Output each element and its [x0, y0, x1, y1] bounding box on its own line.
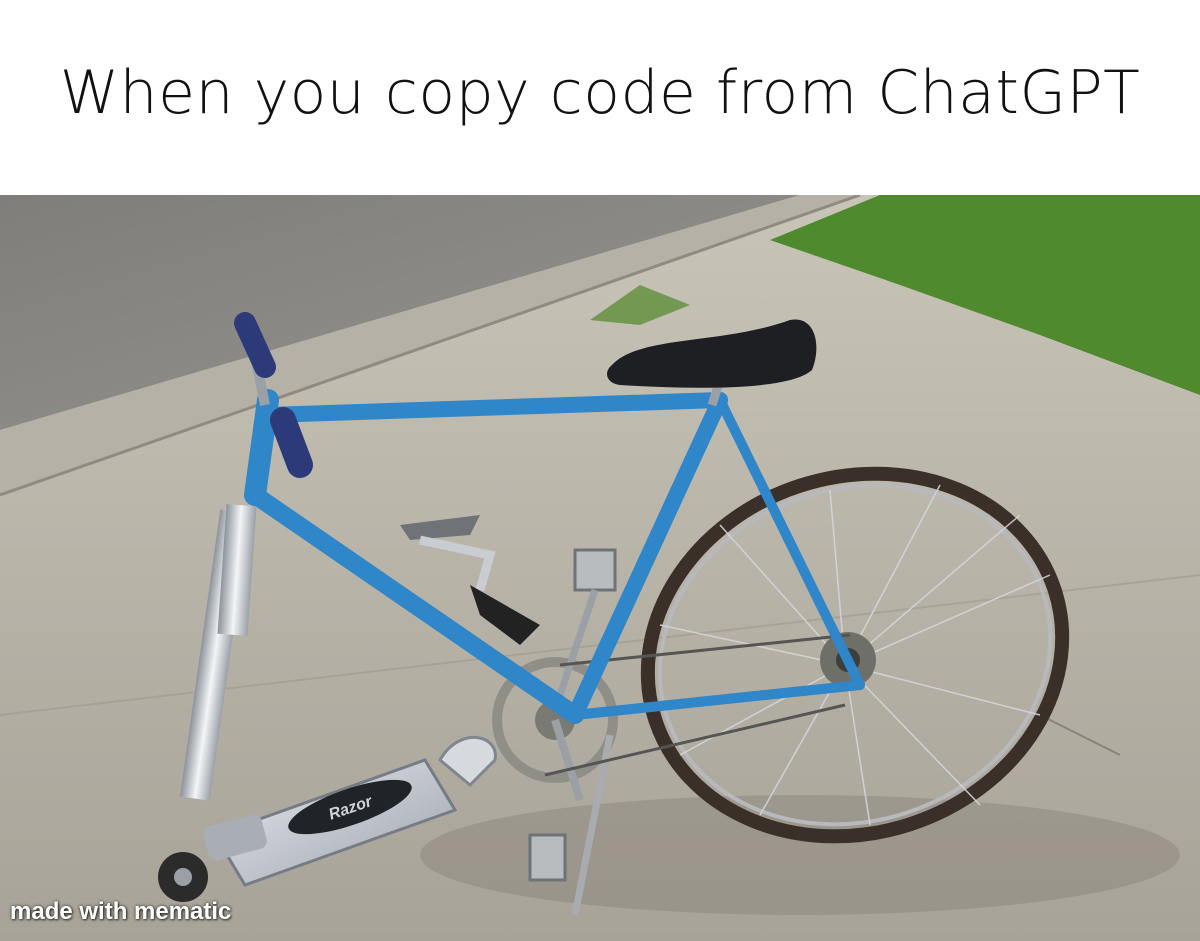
meme-photo: Razor: [0, 195, 1200, 941]
handlebar-lower: [270, 407, 313, 478]
pedal-upper: [573, 548, 617, 592]
meme-caption: When you copy code from ChatGPT: [59, 57, 1141, 128]
mematic-watermark: made with mematic: [10, 898, 232, 925]
caption-bar: When you copy code from ChatGPT: [0, 0, 1200, 195]
pedal-lower: [528, 833, 567, 882]
